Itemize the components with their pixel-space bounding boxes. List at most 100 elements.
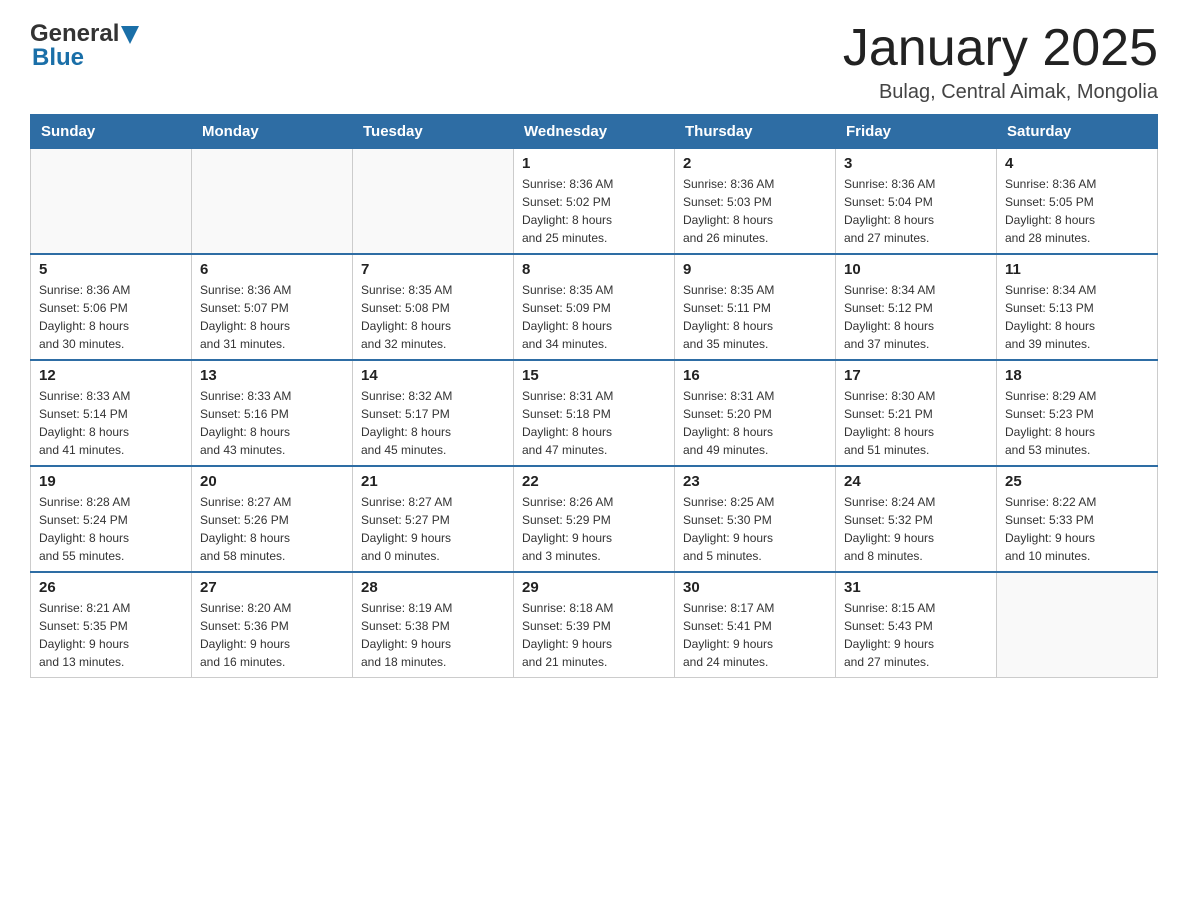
calendar-body: 1Sunrise: 8:36 AM Sunset: 5:02 PM Daylig… (31, 149, 1158, 678)
day-info: Sunrise: 8:35 AM Sunset: 5:11 PM Dayligh… (683, 281, 827, 353)
day-info: Sunrise: 8:36 AM Sunset: 5:06 PM Dayligh… (39, 281, 183, 353)
calendar-day-cell (353, 149, 514, 255)
day-info: Sunrise: 8:30 AM Sunset: 5:21 PM Dayligh… (844, 387, 988, 459)
location-text: Bulag, Central Aimak, Mongolia (843, 81, 1158, 104)
calendar-day-cell: 8Sunrise: 8:35 AM Sunset: 5:09 PM Daylig… (514, 254, 675, 360)
calendar-day-cell: 30 Sunrise: 8:17 AM Sunset: 5:41 PM Dayli… (675, 572, 836, 678)
day-number: 15 (522, 367, 666, 384)
day-number: 20 (200, 473, 344, 490)
day-number: 19 (39, 473, 183, 490)
calendar-day-cell: 19 Sunrise: 8:28 AM Sunset: 5:24 PM Dayli… (31, 466, 192, 572)
calendar-day-cell: 27Sunrise: 8:20 AM Sunset: 5:36 PM Dayli… (192, 572, 353, 678)
day-number: 13 (200, 367, 344, 384)
day-info: Sunrise: 8:18 AM Sunset: 5:39 PM Dayligh… (522, 599, 666, 671)
day-info: Sunrise: 8:31 AM Sunset: 5:18 PM Dayligh… (522, 387, 666, 459)
day-info: Sunrise: 8:17 AM Sunset: 5:41 PM Dayligh… (683, 599, 827, 671)
day-number: 7 (361, 261, 505, 278)
day-number: 16 (683, 367, 827, 384)
calendar-day-cell: 23 Sunrise: 8:25 AM Sunset: 5:30 PM Dayli… (675, 466, 836, 572)
calendar-day-cell: 4 Sunrise: 8:36 AM Sunset: 5:05 PM Daylig… (997, 149, 1158, 255)
day-number: 3 (844, 155, 988, 172)
day-number: 27 (200, 579, 344, 596)
day-info: Sunrise: 8:36 AM Sunset: 5:07 PM Dayligh… (200, 281, 344, 353)
calendar-header: SundayMondayTuesdayWednesdayThursdayFrid… (31, 115, 1158, 149)
calendar-day-cell: 7 Sunrise: 8:35 AM Sunset: 5:08 PM Daylig… (353, 254, 514, 360)
calendar-week-row: 19 Sunrise: 8:28 AM Sunset: 5:24 PM Dayli… (31, 466, 1158, 572)
calendar-day-cell: 5 Sunrise: 8:36 AM Sunset: 5:06 PM Daylig… (31, 254, 192, 360)
logo: General Blue (30, 20, 139, 72)
day-number: 6 (200, 261, 344, 278)
weekday-header: Sunday (31, 115, 192, 149)
weekday-header: Thursday (675, 115, 836, 149)
day-number: 31 (844, 579, 988, 596)
day-info: Sunrise: 8:36 AM Sunset: 5:02 PM Dayligh… (522, 175, 666, 247)
day-info: Sunrise: 8:35 AM Sunset: 5:08 PM Dayligh… (361, 281, 505, 353)
day-number: 11 (1005, 261, 1149, 278)
calendar-week-row: 1Sunrise: 8:36 AM Sunset: 5:02 PM Daylig… (31, 149, 1158, 255)
day-info: Sunrise: 8:25 AM Sunset: 5:30 PM Dayligh… (683, 493, 827, 565)
weekday-header: Wednesday (514, 115, 675, 149)
calendar-day-cell: 9 Sunrise: 8:35 AM Sunset: 5:11 PM Daylig… (675, 254, 836, 360)
day-number: 10 (844, 261, 988, 278)
calendar-day-cell: 22 Sunrise: 8:26 AM Sunset: 5:29 PM Dayli… (514, 466, 675, 572)
calendar-day-cell: 26 Sunrise: 8:21 AM Sunset: 5:35 PM Dayli… (31, 572, 192, 678)
day-info: Sunrise: 8:33 AM Sunset: 5:14 PM Dayligh… (39, 387, 183, 459)
weekday-header-row: SundayMondayTuesdayWednesdayThursdayFrid… (31, 115, 1158, 149)
calendar-day-cell: 3Sunrise: 8:36 AM Sunset: 5:04 PM Daylig… (836, 149, 997, 255)
day-number: 21 (361, 473, 505, 490)
calendar-day-cell: 17 Sunrise: 8:30 AM Sunset: 5:21 PM Dayli… (836, 360, 997, 466)
day-info: Sunrise: 8:31 AM Sunset: 5:20 PM Dayligh… (683, 387, 827, 459)
weekday-header: Saturday (997, 115, 1158, 149)
calendar-day-cell: 14 Sunrise: 8:32 AM Sunset: 5:17 PM Dayli… (353, 360, 514, 466)
calendar-day-cell: 15 Sunrise: 8:31 AM Sunset: 5:18 PM Dayli… (514, 360, 675, 466)
calendar-table: SundayMondayTuesdayWednesdayThursdayFrid… (30, 114, 1158, 678)
day-number: 5 (39, 261, 183, 278)
calendar-day-cell: 21 Sunrise: 8:27 AM Sunset: 5:27 PM Dayli… (353, 466, 514, 572)
day-info: Sunrise: 8:27 AM Sunset: 5:27 PM Dayligh… (361, 493, 505, 565)
logo-blue-text: Blue (32, 44, 84, 72)
day-info: Sunrise: 8:28 AM Sunset: 5:24 PM Dayligh… (39, 493, 183, 565)
calendar-day-cell: 29 Sunrise: 8:18 AM Sunset: 5:39 PM Dayli… (514, 572, 675, 678)
logo-triangle-icon (121, 26, 139, 44)
calendar-week-row: 12 Sunrise: 8:33 AM Sunset: 5:14 PM Dayli… (31, 360, 1158, 466)
day-number: 12 (39, 367, 183, 384)
day-number: 9 (683, 261, 827, 278)
day-info: Sunrise: 8:21 AM Sunset: 5:35 PM Dayligh… (39, 599, 183, 671)
day-number: 17 (844, 367, 988, 384)
calendar-day-cell (997, 572, 1158, 678)
title-section: January 2025 Bulag, Central Aimak, Mongo… (843, 20, 1158, 104)
weekday-header: Monday (192, 115, 353, 149)
calendar-day-cell (192, 149, 353, 255)
day-info: Sunrise: 8:32 AM Sunset: 5:17 PM Dayligh… (361, 387, 505, 459)
calendar-week-row: 5 Sunrise: 8:36 AM Sunset: 5:06 PM Daylig… (31, 254, 1158, 360)
day-number: 22 (522, 473, 666, 490)
day-number: 30 (683, 579, 827, 596)
day-info: Sunrise: 8:22 AM Sunset: 5:33 PM Dayligh… (1005, 493, 1149, 565)
day-number: 14 (361, 367, 505, 384)
day-number: 29 (522, 579, 666, 596)
day-info: Sunrise: 8:26 AM Sunset: 5:29 PM Dayligh… (522, 493, 666, 565)
calendar-day-cell (31, 149, 192, 255)
day-number: 26 (39, 579, 183, 596)
calendar-day-cell: 25 Sunrise: 8:22 AM Sunset: 5:33 PM Dayli… (997, 466, 1158, 572)
day-number: 8 (522, 261, 666, 278)
calendar-day-cell: 13 Sunrise: 8:33 AM Sunset: 5:16 PM Dayli… (192, 360, 353, 466)
day-info: Sunrise: 8:15 AM Sunset: 5:43 PM Dayligh… (844, 599, 988, 671)
day-number: 2 (683, 155, 827, 172)
day-info: Sunrise: 8:24 AM Sunset: 5:32 PM Dayligh… (844, 493, 988, 565)
day-info: Sunrise: 8:33 AM Sunset: 5:16 PM Dayligh… (200, 387, 344, 459)
day-number: 4 (1005, 155, 1149, 172)
calendar-week-row: 26 Sunrise: 8:21 AM Sunset: 5:35 PM Dayli… (31, 572, 1158, 678)
day-info: Sunrise: 8:27 AM Sunset: 5:26 PM Dayligh… (200, 493, 344, 565)
day-info: Sunrise: 8:36 AM Sunset: 5:03 PM Dayligh… (683, 175, 827, 247)
day-number: 25 (1005, 473, 1149, 490)
day-info: Sunrise: 8:36 AM Sunset: 5:05 PM Dayligh… (1005, 175, 1149, 247)
calendar-day-cell: 28 Sunrise: 8:19 AM Sunset: 5:38 PM Dayli… (353, 572, 514, 678)
calendar-day-cell: 10Sunrise: 8:34 AM Sunset: 5:12 PM Dayli… (836, 254, 997, 360)
day-info: Sunrise: 8:29 AM Sunset: 5:23 PM Dayligh… (1005, 387, 1149, 459)
day-number: 28 (361, 579, 505, 596)
calendar-day-cell: 11Sunrise: 8:34 AM Sunset: 5:13 PM Dayli… (997, 254, 1158, 360)
day-info: Sunrise: 8:19 AM Sunset: 5:38 PM Dayligh… (361, 599, 505, 671)
day-number: 23 (683, 473, 827, 490)
weekday-header: Friday (836, 115, 997, 149)
